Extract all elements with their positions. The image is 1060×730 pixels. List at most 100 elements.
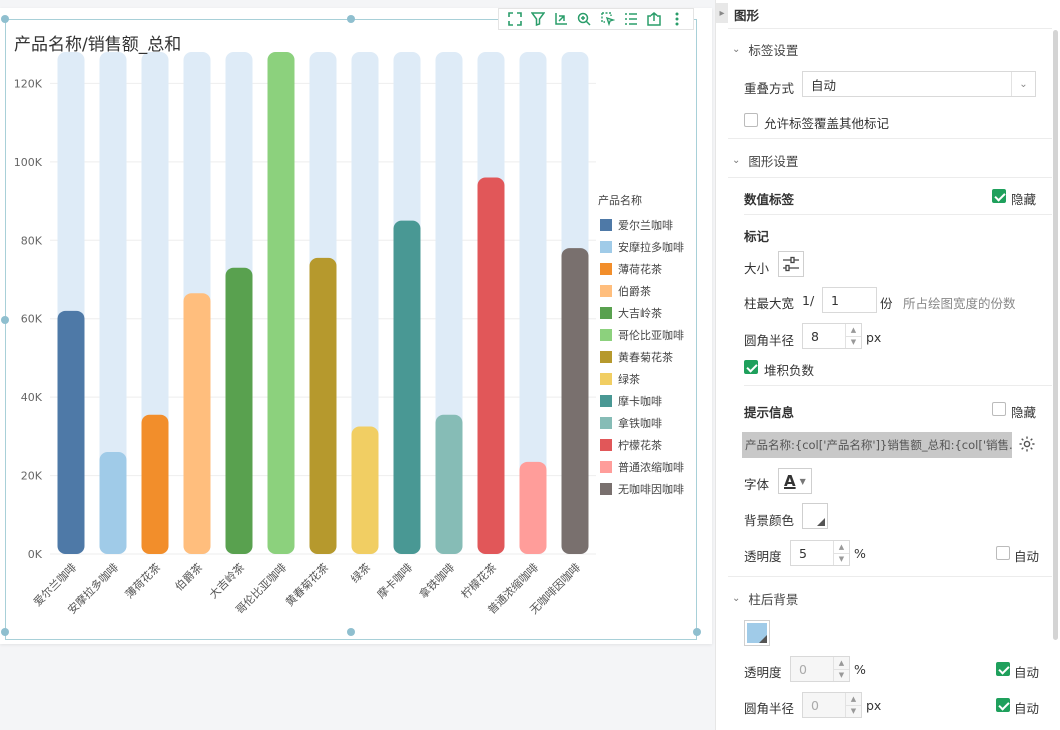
- bar-bg-opacity-label: 透明度: [744, 665, 782, 680]
- panel-title: 图形: [734, 8, 760, 23]
- panel-scrollbar[interactable]: [1053, 30, 1058, 640]
- resize-handle-bl[interactable]: [1, 628, 9, 636]
- bar: [519, 461, 547, 554]
- bar: [99, 452, 127, 554]
- stepper-arrows-icon[interactable]: ▲ ▼: [833, 657, 849, 681]
- tooltip-hide-text: 隐藏: [1011, 405, 1037, 420]
- divider: [744, 214, 1052, 215]
- max-width-input[interactable]: 1: [822, 287, 877, 313]
- section-bar-background[interactable]: ⌄ 柱后背景: [732, 589, 798, 608]
- x-tick-label: 摩卡咖啡: [374, 560, 415, 601]
- app-root: 0K 20K 40K 60K 80K 100K 120K 爱尔兰咖啡 安摩拉多咖啡 薄荷花茶 伯爵茶…: [0, 0, 1060, 730]
- bg-color-label: 背景颜色: [744, 513, 795, 528]
- size-slider-icon[interactable]: [778, 251, 804, 277]
- resize-handle-tl[interactable]: [1, 15, 9, 23]
- zoom-icon[interactable]: [575, 10, 593, 28]
- chart-toolbar: [498, 8, 694, 30]
- stepper-arrows-icon[interactable]: ▲ ▼: [833, 541, 849, 565]
- bg-color-swatch[interactable]: [802, 503, 828, 529]
- corner-radius-label: 圆角半径: [744, 333, 795, 348]
- bar-bg-opacity-auto-checkbox[interactable]: [996, 662, 1010, 676]
- bar-bg-radius-auto-checkbox[interactable]: [996, 698, 1010, 712]
- legend-label: 柠檬花茶: [618, 438, 662, 452]
- bar: [435, 414, 463, 554]
- legend-swatch: [600, 263, 612, 275]
- y-tick-label: 60K: [21, 313, 43, 326]
- resize-handle-left[interactable]: [1, 316, 9, 324]
- tooltip-template-field[interactable]: 产品名称:{col['产品名称']}销售额_总和:{col['销售...: [742, 432, 1012, 458]
- max-width-value: 1: [831, 292, 839, 308]
- legend-label: 摩卡咖啡: [618, 394, 662, 408]
- section-label-settings[interactable]: ⌄ 标签设置: [732, 40, 798, 59]
- gear-icon[interactable]: [1018, 435, 1038, 455]
- bar-bg-radius-stepper[interactable]: 0 ▲ ▼: [802, 692, 862, 718]
- divider: [728, 138, 1052, 139]
- chart-title: 产品名称/销售额_总和: [14, 35, 182, 55]
- x-tick-label: 黄春菊花茶: [282, 560, 331, 609]
- legend-swatch: [600, 461, 612, 473]
- legend-label: 拿铁咖啡: [618, 416, 662, 430]
- tooltip-hide-checkbox[interactable]: [992, 402, 1006, 416]
- corner-radius-stepper[interactable]: 8 ▲ ▼: [802, 323, 862, 349]
- x-tick-label: 绿茶: [348, 560, 373, 585]
- value-label-title: 数值标签: [744, 192, 795, 207]
- legend-swatch: [600, 373, 612, 385]
- corner-radius-value: 8: [811, 328, 819, 344]
- y-tick-label: 20K: [21, 470, 43, 483]
- stepper-arrows-icon[interactable]: ▲ ▼: [845, 693, 861, 717]
- overlap-mode-label: 重叠方式: [744, 81, 795, 96]
- value-label-hide-checkbox[interactable]: [992, 189, 1006, 203]
- y-tick-label: 80K: [21, 234, 43, 247]
- section-shape-settings[interactable]: ⌄ 图形设置: [732, 151, 798, 170]
- resize-handle-bottom[interactable]: [347, 628, 355, 636]
- legend-swatch: [600, 285, 612, 297]
- bar: [183, 293, 211, 554]
- allow-cover-checkbox[interactable]: [744, 113, 758, 127]
- export-icon[interactable]: [645, 10, 663, 28]
- legend-label: 安摩拉多咖啡: [618, 240, 684, 254]
- legend-swatch: [600, 219, 612, 231]
- font-color-picker[interactable]: A ▼: [778, 468, 812, 494]
- overlap-mode-select[interactable]: 自动 ⌄: [802, 71, 1036, 97]
- drill-icon[interactable]: [552, 10, 570, 28]
- bar-bg-color-swatch[interactable]: [744, 620, 770, 646]
- legend-swatch: [600, 307, 612, 319]
- bar-bg-opacity-stepper[interactable]: 0 ▲ ▼: [790, 656, 850, 682]
- font-glyph: A: [784, 472, 796, 490]
- px-unit: px: [866, 698, 882, 713]
- resize-handle-br[interactable]: [693, 628, 701, 636]
- size-label: 大小: [744, 261, 770, 276]
- opacity-stepper[interactable]: 5 ▲ ▼: [790, 540, 850, 566]
- legend-label: 大吉岭茶: [618, 306, 662, 320]
- fullscreen-icon[interactable]: [506, 10, 524, 28]
- stepper-arrows-icon[interactable]: ▲ ▼: [845, 324, 861, 348]
- opacity-auto-checkbox[interactable]: [996, 546, 1010, 560]
- resize-handle-top[interactable]: [347, 15, 355, 23]
- legend-label: 无咖啡因咖啡: [618, 482, 684, 496]
- collapse-toggle-icon[interactable]: ▸: [716, 3, 728, 23]
- font-label: 字体: [744, 477, 770, 492]
- chart-panel[interactable]: 0K 20K 40K 60K 80K 100K 120K 爱尔兰咖啡 安摩拉多咖啡 薄荷花茶 伯爵茶…: [0, 8, 712, 644]
- more-icon[interactable]: [668, 10, 686, 28]
- property-panel: ▸ 图形 ⌄ 标签设置 重叠方式 自动 ⌄ 允许标签覆盖其他标记 ⌄ 图形设置 …: [715, 0, 1060, 730]
- x-tick-label: 柠檬花茶: [458, 560, 499, 601]
- y-tick-label: 40K: [21, 391, 43, 404]
- legend-swatch: [600, 329, 612, 341]
- bar: [477, 177, 505, 554]
- bar: [225, 267, 253, 554]
- legend-swatch: [600, 417, 612, 429]
- divider: [728, 576, 1052, 577]
- legend-label: 普通浓缩咖啡: [618, 460, 684, 474]
- x-tick-label: 伯爵茶: [172, 560, 205, 593]
- mark-title: 标记: [744, 229, 770, 244]
- list-icon[interactable]: [622, 10, 640, 28]
- max-width-prefix: 1/: [802, 293, 815, 308]
- max-width-label: 柱最大宽: [744, 296, 795, 311]
- divider: [744, 385, 1052, 386]
- bar-bg-radius-auto-label: 自动: [1014, 701, 1040, 716]
- x-tick-label: 薄荷花茶: [122, 560, 163, 601]
- stack-negative-checkbox[interactable]: [744, 360, 758, 374]
- select-icon[interactable]: [599, 10, 617, 28]
- filter-icon[interactable]: [529, 10, 547, 28]
- divider: [728, 28, 1052, 29]
